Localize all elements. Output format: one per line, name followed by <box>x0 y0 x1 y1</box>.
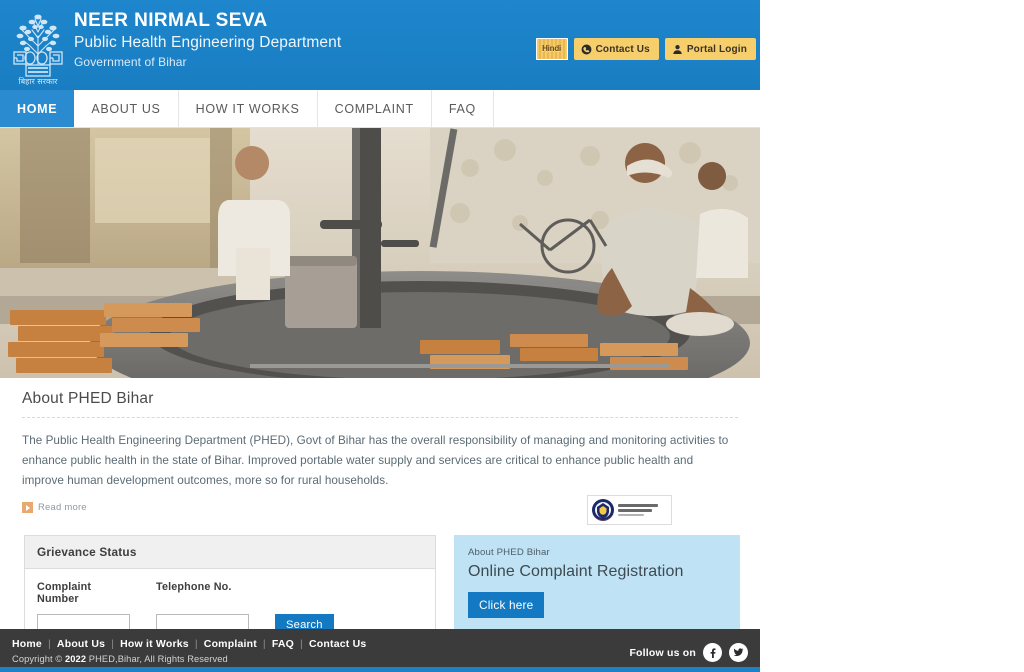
badge-text-line-1 <box>618 504 658 507</box>
footer-link-about-us[interactable]: About Us <box>57 638 105 650</box>
read-more-link[interactable]: Read more <box>22 502 87 513</box>
contact-us-button[interactable]: Contact Us <box>573 38 659 60</box>
partner-logo-badge <box>587 495 672 525</box>
footer-separator: | <box>111 638 115 650</box>
nav-item-faq[interactable]: FAQ <box>432 90 494 127</box>
about-divider <box>22 417 738 418</box>
about-footer-row: Read more <box>22 495 738 525</box>
follow-us-block: Follow us on <box>629 638 748 662</box>
language-toggle-hindi-button[interactable]: Hindi <box>535 38 568 60</box>
emblem-caption: बिहार सरकार <box>19 76 59 86</box>
nav-item-home[interactable]: HOME <box>0 90 75 127</box>
portal-login-button[interactable]: Portal Login <box>664 38 756 60</box>
complaint-number-label: Complaint Number <box>37 581 92 605</box>
copyright-suffix: PHED,Bihar, All Rights Reserved <box>86 654 228 664</box>
footer-separator: | <box>300 638 303 650</box>
badge-text-line-3 <box>618 514 644 516</box>
footer-link-how-it-works[interactable]: How it Works <box>120 638 189 650</box>
about-section: About PHED Bihar The Public Health Engin… <box>0 378 760 525</box>
follow-us-label: Follow us on <box>629 646 696 659</box>
footer-link-complaint[interactable]: Complaint <box>204 638 257 650</box>
click-here-button[interactable]: Click here <box>468 592 545 618</box>
copyright-prefix: Copyright © <box>12 654 66 664</box>
bihar-government-emblem: बिहार सरकार <box>6 2 70 88</box>
partner-badge-text <box>618 504 658 516</box>
footer-separator: | <box>47 638 51 650</box>
nav-item-complaint[interactable]: COMPLAINT <box>318 90 432 127</box>
footer-links: Home | About Us | How it Works | Complai… <box>12 638 366 650</box>
badge-text-line-2 <box>618 509 652 512</box>
partner-emblem-icon <box>592 499 614 521</box>
contact-us-label: Contact Us <box>595 43 650 55</box>
read-more-label: Read more <box>38 502 87 513</box>
about-heading: About PHED Bihar <box>22 390 154 407</box>
registration-eyebrow-label: About PHED Bihar <box>468 547 550 558</box>
language-toggle-label: Hindi <box>542 44 562 53</box>
portal-login-label: Portal Login <box>686 43 747 55</box>
footer-separator: | <box>194 638 198 650</box>
footer-link-faq[interactable]: FAQ <box>272 638 294 650</box>
site-header: बिहार सरकार NEER NIRMAL SEVA Public Heal… <box>0 0 760 90</box>
page-root: बिहार सरकार NEER NIRMAL SEVA Public Heal… <box>0 0 760 672</box>
header-actions: Hindi Contact Us Portal Login <box>535 38 756 60</box>
about-body-text: The Public Health Engineering Department… <box>22 434 729 487</box>
site-title: NEER NIRMAL SEVA <box>74 10 268 31</box>
play-arrow-icon <box>22 502 33 513</box>
nav-item-about-us[interactable]: ABOUT US <box>74 90 179 127</box>
site-subtitle: Public Health Engineering Department <box>74 34 342 51</box>
footer-separator: | <box>262 638 266 650</box>
facebook-icon[interactable] <box>703 643 722 662</box>
grievance-status-title: Grievance Status <box>25 536 435 569</box>
user-icon <box>672 44 683 55</box>
nav-item-how-it-works[interactable]: HOW IT WORKS <box>179 90 318 127</box>
main-navigation: HOME ABOUT US HOW IT WORKS COMPLAINT FAQ <box>0 90 760 128</box>
site-footer: Home | About Us | How it Works | Complai… <box>0 629 760 672</box>
hero-banner-image <box>0 128 760 378</box>
copyright-year: 2022 <box>65 654 87 664</box>
footer-link-contact-us[interactable]: Contact Us <box>309 638 366 650</box>
copyright-text: Copyright © 2022 PHED,Bihar, All Rights … <box>12 654 366 664</box>
footer-link-home[interactable]: Home <box>12 638 42 650</box>
site-subtitle-secondary: Government of Bihar <box>74 55 187 69</box>
twitter-icon[interactable] <box>729 643 748 662</box>
header-titles: NEER NIRMAL SEVA Public Health Engineeri… <box>74 0 341 72</box>
footer-left: Home | About Us | How it Works | Complai… <box>12 638 366 664</box>
registration-title: Online Complaint Registration <box>468 563 684 580</box>
phone-icon <box>581 44 592 55</box>
footer-bottom-strip <box>0 667 760 672</box>
telephone-number-label: Telephone No. <box>156 581 232 593</box>
grievance-field-labels: Complaint Number Telephone No. <box>37 581 423 605</box>
